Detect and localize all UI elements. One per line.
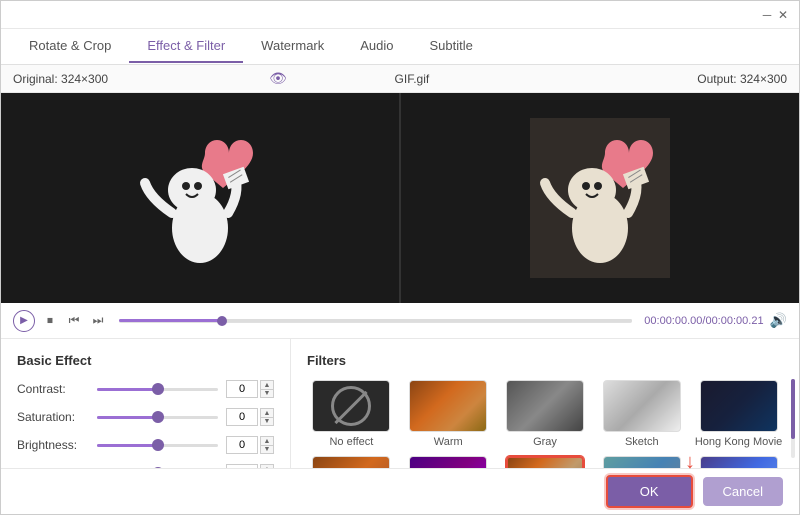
saturation-row: Saturation: ▲ ▼ — [17, 408, 274, 426]
contrast-input-group: ▲ ▼ — [226, 380, 274, 398]
time-display: 00:00:00.00/00:00:00.21 — [644, 315, 763, 327]
main-window: ─ ✕ Rotate & Crop Effect & Filter Waterm… — [0, 0, 800, 515]
filter-sketch[interactable]: Sketch — [597, 380, 686, 448]
filter-thumb-stars — [700, 456, 778, 468]
left-panel: Basic Effect Contrast: ▲ ▼ — [1, 339, 291, 468]
original-size: Original: 324×300 — [13, 72, 263, 86]
saturation-slider[interactable] — [97, 409, 218, 425]
output-size: Output: 324×300 — [537, 72, 787, 86]
ok-button[interactable]: OK — [606, 475, 693, 508]
saturation-input-group: ▲ ▼ — [226, 408, 274, 426]
filter-label-hk: Hong Kong Movie — [695, 436, 782, 448]
filter-gray[interactable]: Gray — [501, 380, 590, 448]
minimize-button[interactable]: ─ — [759, 7, 775, 23]
filters-panel: Filters No effect Warm Gray — [291, 339, 799, 468]
filter-thumb-sketch — [603, 380, 681, 432]
progress-track — [119, 319, 632, 322]
saturation-spinner: ▲ ▼ — [260, 408, 274, 426]
tab-subtitle[interactable]: Subtitle — [412, 30, 491, 63]
filter-orange[interactable]: Orange Dots — [307, 456, 396, 468]
progress-fill — [119, 319, 222, 322]
brightness-input[interactable] — [226, 436, 258, 454]
brightness-spinner: ▲ ▼ — [260, 436, 274, 454]
basic-effect-title: Basic Effect — [17, 353, 274, 368]
filter-label-no-effect: No effect — [329, 436, 373, 448]
gif-character-left — [130, 118, 270, 278]
stop-button[interactable]: ⏹ — [41, 312, 59, 330]
tab-audio[interactable]: Audio — [342, 30, 411, 63]
tab-watermark[interactable]: Watermark — [243, 30, 342, 63]
brightness-row: Brightness: ▲ ▼ — [17, 436, 274, 454]
volume-icon[interactable]: 🔊 — [770, 312, 787, 329]
play-button[interactable]: ▶ — [13, 310, 35, 332]
filter-thumb-purple — [409, 456, 487, 468]
preview-right — [401, 93, 799, 303]
filter-coord[interactable]: Coordinates — [597, 456, 686, 468]
filter-thumb-gray — [506, 380, 584, 432]
scrollbar-thumb — [791, 379, 795, 439]
contrast-up[interactable]: ▲ — [260, 380, 274, 389]
arrow-down-icon: ↓ — [685, 451, 695, 474]
footer: ↓ OK Cancel — [1, 468, 799, 514]
filter-thumb-coord — [603, 456, 681, 468]
contrast-label: Contrast: — [17, 382, 89, 396]
preview-canvas-left — [1, 93, 399, 303]
contrast-slider[interactable] — [97, 381, 218, 397]
filter-thumb-orange — [312, 456, 390, 468]
filters-scrollbar[interactable] — [791, 379, 795, 458]
filter-current[interactable]: Current ✓ Plain — [501, 456, 590, 468]
contrast-input[interactable] — [226, 380, 258, 398]
saturation-label: Saturation: — [17, 410, 89, 424]
filters-title: Filters — [307, 353, 783, 368]
filter-thumb-current: Current ✓ — [506, 456, 584, 468]
brightness-down[interactable]: ▼ — [260, 445, 274, 454]
filename: GIF.gif — [287, 72, 537, 86]
filter-warm[interactable]: Warm — [404, 380, 493, 448]
filter-thumb-no-effect — [312, 380, 390, 432]
filter-thumb-hk — [700, 380, 778, 432]
saturation-up[interactable]: ▲ — [260, 408, 274, 417]
filter-label-gray: Gray — [533, 436, 557, 448]
cancel-button[interactable]: Cancel — [703, 477, 783, 506]
brightness-label: Brightness: — [17, 438, 89, 452]
filter-label-sketch: Sketch — [625, 436, 659, 448]
preview-canvas-right — [401, 93, 799, 303]
prev-button[interactable]: ⏮ — [65, 312, 83, 330]
contrast-down[interactable]: ▼ — [260, 389, 274, 398]
contrast-spinner: ▲ ▼ — [260, 380, 274, 398]
gif-character-right — [530, 118, 670, 278]
bottom-section: Basic Effect Contrast: ▲ ▼ — [1, 339, 799, 468]
saturation-input[interactable] — [226, 408, 258, 426]
preview-area — [1, 93, 799, 303]
filter-purple[interactable]: Purple — [404, 456, 493, 468]
tab-effect[interactable]: Effect & Filter — [129, 30, 243, 63]
brightness-slider[interactable] — [97, 437, 218, 453]
infobar: Original: 324×300 👁 GIF.gif Output: 324×… — [1, 65, 799, 93]
contrast-row: Contrast: ▲ ▼ — [17, 380, 274, 398]
filter-thumb-warm — [409, 380, 487, 432]
next-button[interactable]: ⏭ — [89, 312, 107, 330]
no-effect-icon — [331, 386, 371, 426]
filter-label-warm: Warm — [434, 436, 463, 448]
filter-stars[interactable]: Stars — [694, 456, 783, 468]
tab-rotate[interactable]: Rotate & Crop — [11, 30, 129, 63]
close-button[interactable]: ✕ — [775, 7, 791, 23]
playback-controls: ▶ ⏹ ⏮ ⏭ 00:00:00.00/00:00:00.21 🔊 — [1, 303, 799, 339]
brightness-up[interactable]: ▲ — [260, 436, 274, 445]
brightness-input-group: ▲ ▼ — [226, 436, 274, 454]
filter-hk[interactable]: Hong Kong Movie — [694, 380, 783, 448]
filter-no-effect[interactable]: No effect — [307, 380, 396, 448]
titlebar: ─ ✕ — [1, 1, 799, 29]
progress-bar[interactable] — [119, 319, 632, 323]
saturation-down[interactable]: ▼ — [260, 417, 274, 426]
progress-dot — [217, 316, 227, 326]
tabbar: Rotate & Crop Effect & Filter Watermark … — [1, 29, 799, 65]
eye-icon[interactable]: 👁 — [269, 70, 287, 87]
preview-left — [1, 93, 399, 303]
filters-grid: No effect Warm Gray Sketch — [307, 380, 783, 468]
